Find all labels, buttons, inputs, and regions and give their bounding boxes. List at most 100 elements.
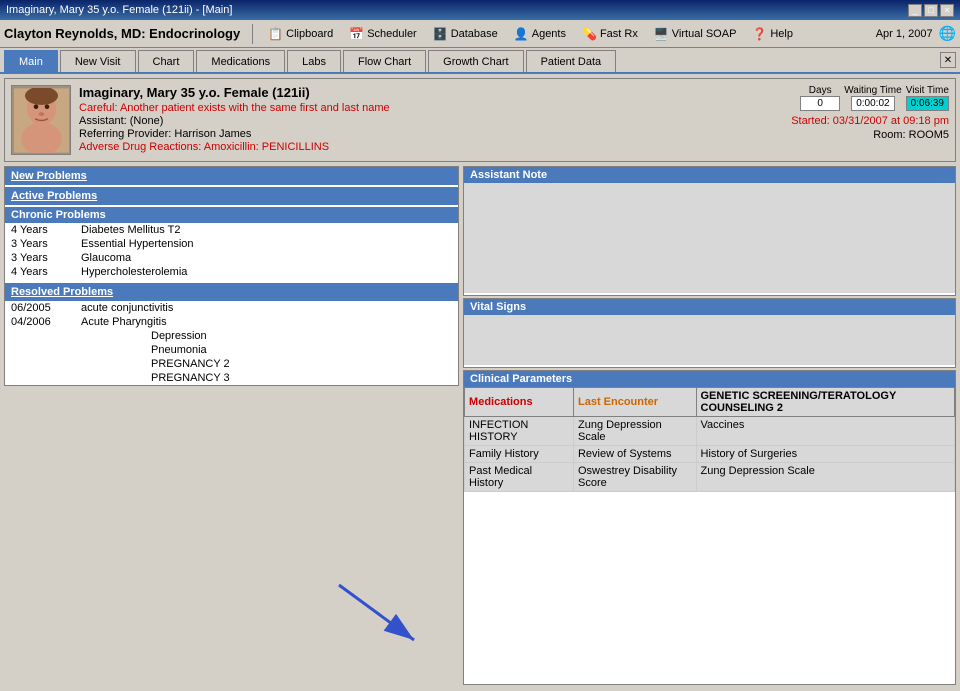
vital-signs-section: Vital Signs bbox=[463, 298, 956, 368]
chronic-problems-list: 4 Years Diabetes Mellitus T2 3 Years Ess… bbox=[5, 223, 458, 279]
virtualsoap-icon: 🖥️ bbox=[654, 27, 669, 41]
title-bar: Imaginary, Mary 35 y.o. Female (121ii) -… bbox=[0, 0, 960, 20]
resolved-date-3 bbox=[11, 330, 81, 342]
clinical-cell-3-2[interactable]: Oswestrey Disability Score bbox=[573, 463, 696, 492]
assistant-note-content[interactable] bbox=[464, 183, 955, 293]
vital-signs-header: Vital Signs bbox=[464, 299, 955, 315]
menu-agents[interactable]: 👤 Agents bbox=[511, 26, 569, 42]
annotation-arrow bbox=[319, 565, 439, 665]
clipboard-icon: 📋 bbox=[268, 27, 283, 41]
chronic-years-4: 4 Years bbox=[11, 266, 81, 278]
globe-icon: 🌐 bbox=[939, 25, 956, 42]
waiting-time-box: Waiting Time 0:00:02 bbox=[844, 85, 901, 111]
chronic-name-1: Diabetes Mellitus T2 bbox=[81, 224, 452, 236]
tab-main[interactable]: Main bbox=[4, 50, 58, 72]
visit-info: Days 0 Waiting Time 0:00:02 Visit Time 0… bbox=[749, 85, 949, 155]
patient-photo bbox=[11, 85, 71, 155]
clinical-col-1-header[interactable]: Medications bbox=[465, 388, 574, 417]
visit-time-box: Visit Time 0:06:39 bbox=[906, 85, 949, 111]
clinical-cell-3-1[interactable]: Past Medical History bbox=[465, 463, 574, 492]
right-column: Assistant Note Vital Signs Clinical Para… bbox=[463, 166, 956, 685]
clinical-table: Medications Last Encounter GENETIC SCREE… bbox=[464, 387, 955, 492]
clinical-cell-2-3[interactable]: History of Surgeries bbox=[696, 446, 955, 463]
clinical-col-3-header: GENETIC SCREENING/TERATOLOGY COUNSELING … bbox=[696, 388, 955, 417]
tab-labs[interactable]: Labs bbox=[287, 50, 341, 72]
clinical-cell-2-1[interactable]: Family History bbox=[465, 446, 574, 463]
patient-header: Imaginary, Mary 35 y.o. Female (121ii) C… bbox=[4, 78, 956, 162]
visit-time-label: Visit Time bbox=[906, 85, 949, 96]
chronic-name-4: Hypercholesterolemia bbox=[81, 266, 452, 278]
tab-growth-chart[interactable]: Growth Chart bbox=[428, 50, 523, 72]
chronic-problem-row-1: 4 Years Diabetes Mellitus T2 bbox=[5, 223, 458, 237]
maximize-button[interactable]: □ bbox=[924, 4, 938, 17]
assistant-note-section: Assistant Note bbox=[463, 166, 956, 296]
clinical-params-header: Clinical Parameters bbox=[464, 371, 955, 387]
vital-signs-content[interactable] bbox=[464, 315, 955, 365]
resolved-problems-header[interactable]: Resolved Problems bbox=[5, 283, 458, 301]
clinical-params-content[interactable]: Medications Last Encounter GENETIC SCREE… bbox=[464, 387, 955, 492]
chronic-years-3: 3 Years bbox=[11, 252, 81, 264]
menu-database[interactable]: 🗄️ Database bbox=[430, 26, 501, 42]
resolved-date-5 bbox=[11, 358, 81, 370]
visit-times: Days 0 Waiting Time 0:00:02 Visit Time 0… bbox=[800, 85, 949, 111]
tab-chart[interactable]: Chart bbox=[138, 50, 195, 72]
clinical-row-2: Family History Review of Systems History… bbox=[465, 446, 955, 463]
resolved-row-6: PREGNANCY 3 bbox=[5, 371, 458, 385]
clinical-cell-1-1[interactable]: INFECTION HISTORY bbox=[465, 417, 574, 446]
minimize-button[interactable]: _ bbox=[908, 4, 922, 17]
close-button[interactable]: × bbox=[940, 4, 954, 17]
days-label: Days bbox=[809, 85, 832, 96]
fastrx-icon: 💊 bbox=[582, 27, 597, 41]
menu-help[interactable]: ❓ Help bbox=[749, 26, 796, 42]
referring-info: Referring Provider: Harrison James bbox=[79, 128, 741, 140]
tab-flow-chart[interactable]: Flow Chart bbox=[343, 50, 426, 72]
days-box: Days 0 bbox=[800, 85, 840, 111]
resolved-row-3: Depression bbox=[5, 329, 458, 343]
resolved-name-1: acute conjunctivitis bbox=[81, 302, 173, 314]
chronic-years-1: 4 Years bbox=[11, 224, 81, 236]
active-problems-header[interactable]: Active Problems bbox=[5, 187, 458, 205]
tab-new-visit[interactable]: New Visit bbox=[60, 50, 136, 72]
chronic-name-2: Essential Hypertension bbox=[81, 238, 452, 250]
window-controls[interactable]: _ □ × bbox=[908, 4, 954, 17]
clinical-cell-2-2[interactable]: Review of Systems bbox=[573, 446, 696, 463]
tab-medications[interactable]: Medications bbox=[196, 50, 285, 72]
resolved-date-1: 06/2005 bbox=[11, 302, 81, 314]
chronic-problem-row-2: 3 Years Essential Hypertension bbox=[5, 237, 458, 251]
menu-bar: Clayton Reynolds, MD: Endocrinology 📋 Cl… bbox=[0, 20, 960, 48]
menu-divider bbox=[252, 24, 253, 44]
resolved-problems-list: 06/2005 acute conjunctivitis 04/2006 Acu… bbox=[5, 301, 458, 385]
patient-warning: Careful: Another patient exists with the… bbox=[79, 102, 741, 114]
window-title: Imaginary, Mary 35 y.o. Female (121ii) -… bbox=[6, 4, 232, 16]
agents-icon: 👤 bbox=[514, 27, 529, 41]
left-column: New Problems Active Problems Chronic Pro… bbox=[4, 166, 459, 685]
menu-fastrx[interactable]: 💊 Fast Rx bbox=[579, 26, 641, 42]
clinical-cell-1-3[interactable]: Vaccines bbox=[696, 417, 955, 446]
menu-virtualsoap[interactable]: 🖥️ Virtual SOAP bbox=[651, 26, 740, 42]
resolved-date-6 bbox=[11, 372, 81, 384]
waiting-time-value: 0:00:02 bbox=[851, 96, 894, 111]
problems-section: New Problems Active Problems Chronic Pro… bbox=[4, 166, 459, 386]
tab-close-button[interactable]: ✕ bbox=[940, 52, 956, 68]
clinical-row-1: INFECTION HISTORY Zung Depression Scale … bbox=[465, 417, 955, 446]
menu-clipboard[interactable]: 📋 Clipboard bbox=[265, 26, 336, 42]
arrow-area bbox=[4, 388, 459, 685]
tab-patient-data[interactable]: Patient Data bbox=[526, 50, 617, 72]
resolved-row-2: 04/2006 Acute Pharyngitis bbox=[5, 315, 458, 329]
clinical-cell-1-2[interactable]: Zung Depression Scale bbox=[573, 417, 696, 446]
menu-scheduler[interactable]: 📅 Scheduler bbox=[346, 26, 420, 42]
resolved-row-1: 06/2005 acute conjunctivitis bbox=[5, 301, 458, 315]
chronic-problem-row-4: 4 Years Hypercholesterolemia bbox=[5, 265, 458, 279]
chronic-problems-header: Chronic Problems bbox=[5, 207, 458, 223]
provider-title: Clayton Reynolds, MD: Endocrinology bbox=[4, 26, 240, 41]
resolved-name-3: Depression bbox=[151, 330, 207, 342]
assistant-info: Assistant: (None) bbox=[79, 115, 741, 127]
clinical-col-2-header[interactable]: Last Encounter bbox=[573, 388, 696, 417]
resolved-row-4: Pneumonia bbox=[5, 343, 458, 357]
new-problems-header[interactable]: New Problems bbox=[5, 167, 458, 185]
two-column-layout: New Problems Active Problems Chronic Pro… bbox=[4, 166, 956, 685]
main-content: Imaginary, Mary 35 y.o. Female (121ii) C… bbox=[0, 74, 960, 691]
visit-time-value: 0:06:39 bbox=[906, 96, 949, 111]
chronic-years-2: 3 Years bbox=[11, 238, 81, 250]
clinical-cell-3-3[interactable]: Zung Depression Scale bbox=[696, 463, 955, 492]
